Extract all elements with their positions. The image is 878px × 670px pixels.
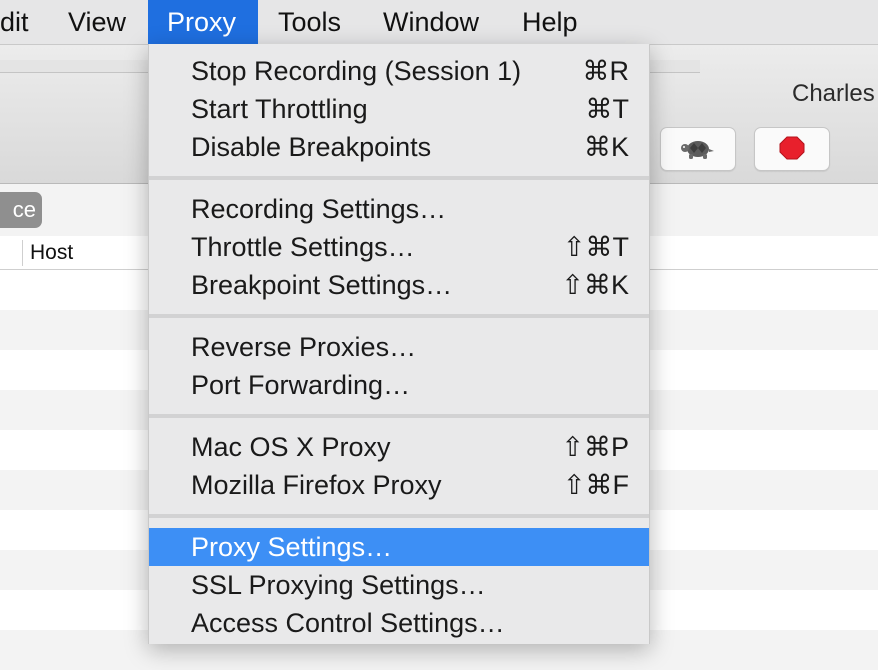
menu-item-access-control-settings[interactable]: Access Control Settings… — [149, 604, 649, 642]
column-divider[interactable] — [22, 240, 23, 266]
menu-item-breakpoint-settings[interactable]: Breakpoint Settings… ⇧⌘K — [149, 266, 649, 304]
menu-item-label: Stop Recording (Session 1) — [191, 56, 522, 86]
menu-item-shortcut: ⌘K — [583, 132, 629, 162]
menu-item-label: Access Control Settings… — [191, 608, 505, 638]
menubar-proxy[interactable]: Proxy — [148, 0, 258, 44]
menu-separator — [149, 414, 649, 418]
menu-item-shortcut: ⌘R — [582, 56, 630, 86]
menu-item-label: Mozilla Firefox Proxy — [191, 470, 442, 500]
menu-item-shortcut: ⇧⌘T — [562, 232, 629, 262]
menu-item-label: Throttle Settings… — [191, 232, 415, 262]
menu-item-port-forwarding[interactable]: Port Forwarding… — [149, 366, 649, 404]
throttle-button[interactable] — [660, 127, 736, 171]
menu-item-label: SSL Proxying Settings… — [191, 570, 486, 600]
menu-item-label: Recording Settings… — [191, 194, 447, 224]
menu-item-reverse-proxies[interactable]: Reverse Proxies… — [149, 328, 649, 366]
menu-item-disable-breakpoints[interactable]: Disable Breakpoints ⌘K — [149, 128, 649, 166]
breakpoints-button[interactable] — [754, 127, 830, 171]
menu-item-label: Proxy Settings… — [191, 532, 393, 562]
menu-item-proxy-settings[interactable]: Proxy Settings… — [149, 528, 649, 566]
menu-item-macos-proxy[interactable]: Mac OS X Proxy ⇧⌘P — [149, 428, 649, 466]
menu-separator — [149, 514, 649, 518]
menu-item-recording-settings[interactable]: Recording Settings… — [149, 190, 649, 228]
menu-item-ssl-proxying-settings[interactable]: SSL Proxying Settings… — [149, 566, 649, 604]
menu-item-shortcut: ⌘T — [585, 94, 630, 124]
segment-button[interactable]: ce — [0, 192, 42, 228]
menubar-window[interactable]: Window — [369, 0, 493, 44]
menubar-tools[interactable]: Tools — [264, 0, 355, 44]
menu-item-label: Breakpoint Settings… — [191, 270, 453, 300]
menu-item-shortcut: ⇧⌘F — [562, 470, 629, 500]
menu-item-label: Start Throttling — [191, 94, 368, 124]
menu-item-label: Port Forwarding… — [191, 370, 411, 400]
menubar-help[interactable]: Help — [508, 0, 592, 44]
menu-item-shortcut: ⇧⌘P — [561, 432, 629, 462]
menu-item-shortcut: ⇧⌘K — [561, 270, 629, 300]
menu-item-label: Disable Breakpoints — [191, 132, 432, 162]
window-title: Charles — [792, 80, 875, 107]
turtle-icon — [681, 141, 714, 159]
menu-separator — [149, 314, 649, 318]
menu-item-firefox-proxy[interactable]: Mozilla Firefox Proxy ⇧⌘F — [149, 466, 649, 504]
menubar-view[interactable]: View — [54, 0, 140, 44]
proxy-menu: Stop Recording (Session 1) ⌘R Start Thro… — [148, 44, 650, 644]
menu-item-label: Mac OS X Proxy — [191, 432, 391, 462]
menu-item-stop-recording[interactable]: Stop Recording (Session 1) ⌘R — [149, 52, 649, 90]
menu-item-label: Reverse Proxies… — [191, 332, 417, 362]
menu-separator — [149, 176, 649, 180]
column-header-host[interactable]: Host — [30, 241, 73, 265]
menubar-edit[interactable]: dit — [0, 0, 43, 44]
menu-bar: dit View Proxy Tools Window Help — [0, 0, 878, 45]
menu-item-start-throttling[interactable]: Start Throttling ⌘T — [149, 90, 649, 128]
menu-item-throttle-settings[interactable]: Throttle Settings… ⇧⌘T — [149, 228, 649, 266]
stop-sign-icon — [779, 136, 805, 160]
